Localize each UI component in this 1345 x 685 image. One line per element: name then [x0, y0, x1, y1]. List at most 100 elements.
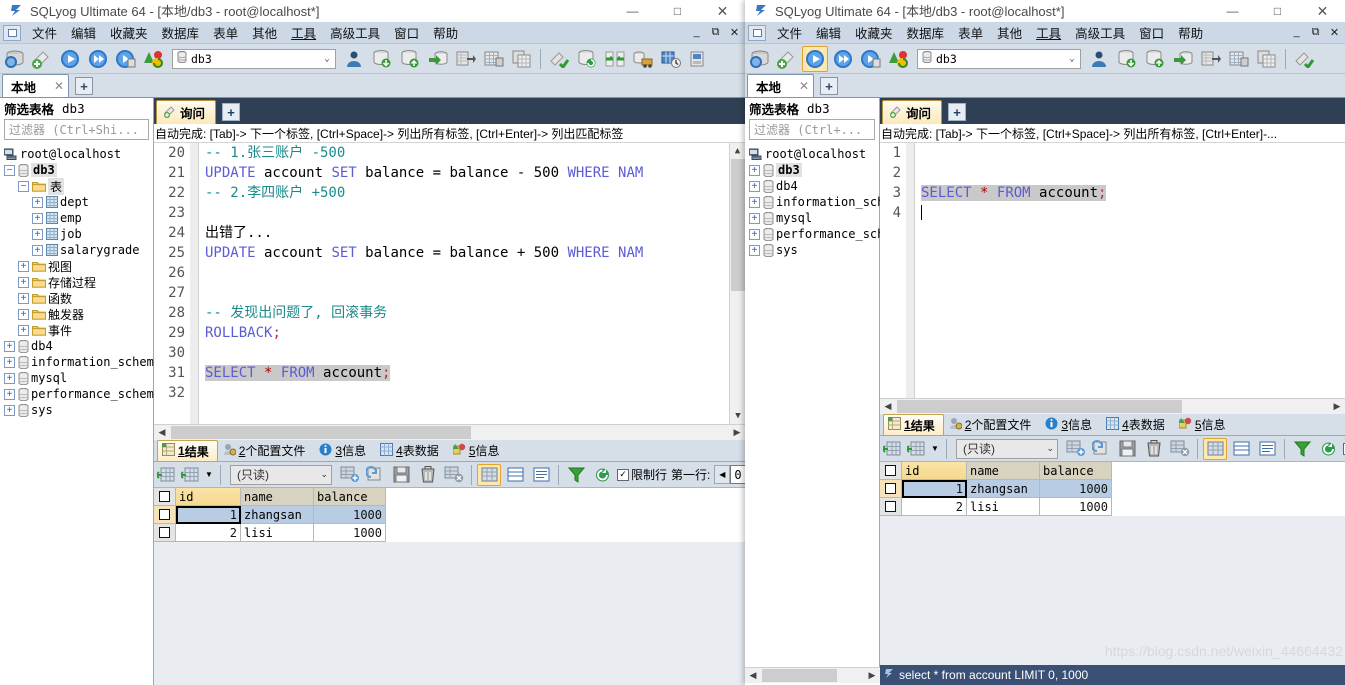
mdi-restore-button[interactable]: ⧉: [1307, 24, 1324, 40]
prev-page-button[interactable]: ◀: [714, 465, 731, 484]
refresh-data-icon[interactable]: [1090, 436, 1114, 461]
schema-sync-icon[interactable]: [886, 46, 912, 72]
chevron-down-icon[interactable]: ▼: [203, 464, 215, 486]
minimize-button[interactable]: —: [1210, 0, 1255, 22]
expand-toggle-icon[interactable]: +: [4, 404, 15, 416]
expand-toggle-icon[interactable]: +: [18, 308, 29, 320]
scroll-right-icon[interactable]: ▶: [1329, 401, 1345, 412]
menu-file[interactable]: 文件: [770, 21, 809, 44]
menu-other[interactable]: 其他: [245, 21, 284, 44]
refresh-db-icon[interactable]: [574, 46, 600, 72]
import-external-data-icon[interactable]: [1170, 46, 1196, 72]
grid-layout-icon[interactable]: [477, 463, 501, 486]
chevron-down-icon[interactable]: ⌄: [1046, 443, 1054, 454]
execute-query-icon[interactable]: [802, 45, 828, 72]
menu-form[interactable]: 表单: [951, 21, 990, 44]
select-all-checkbox[interactable]: [154, 488, 176, 506]
tree-node-sys[interactable]: + sys: [747, 242, 879, 258]
user-manager-icon[interactable]: [1086, 46, 1112, 72]
tree-node-[interactable]: − 表: [2, 177, 153, 195]
expand-toggle-icon[interactable]: +: [4, 372, 15, 384]
new-query-tab-icon[interactable]: [29, 46, 55, 72]
new-connection-icon[interactable]: [1, 46, 27, 72]
row-checkbox[interactable]: [880, 480, 902, 498]
schema-sync-icon[interactable]: [141, 46, 167, 72]
mdi-restore-button[interactable]: ⧉: [707, 24, 724, 40]
connection-tab-local[interactable]: 本地 ✕: [2, 74, 70, 97]
chevron-down-icon[interactable]: ⌄: [1064, 54, 1080, 64]
grid-column-header[interactable]: balance: [314, 488, 386, 506]
refresh-icon[interactable]: [1316, 436, 1340, 461]
right-editor-code[interactable]: SELECT * FROM account;: [915, 143, 1345, 398]
refresh-icon[interactable]: [590, 462, 614, 487]
result-tab-4[interactable]: 4 表数据: [375, 440, 448, 461]
restore-database-icon[interactable]: [1142, 46, 1168, 72]
tree-node-dept[interactable]: + dept: [2, 194, 153, 210]
user-manager-icon[interactable]: [341, 46, 367, 72]
expand-toggle-icon[interactable]: +: [749, 164, 760, 176]
filter-icon[interactable]: [1290, 436, 1314, 461]
result-tab-4[interactable]: 4 表数据: [1101, 414, 1174, 435]
grid-view-toggle-icon[interactable]: [155, 464, 177, 486]
code-line[interactable]: SELECT * FROM account;: [205, 363, 745, 383]
insert-row-icon[interactable]: [179, 464, 201, 486]
code-line[interactable]: [921, 163, 1345, 183]
export-data-icon[interactable]: [453, 46, 479, 72]
add-row-icon[interactable]: [338, 462, 362, 487]
result-tab-2[interactable]: 2 个配置文件: [944, 414, 1041, 435]
execute-to-file-icon[interactable]: [858, 46, 884, 72]
optimize-icon[interactable]: [1291, 46, 1317, 72]
add-query-tab-button[interactable]: +: [222, 103, 241, 121]
expand-toggle-icon[interactable]: +: [32, 212, 43, 224]
mdi-minimize-button[interactable]: _: [1288, 24, 1305, 40]
add-query-tab-button[interactable]: +: [948, 103, 967, 121]
collapse-toggle-icon[interactable]: −: [4, 164, 15, 176]
code-line[interactable]: [205, 343, 745, 363]
expand-toggle-icon[interactable]: +: [18, 276, 29, 288]
chevron-down-icon[interactable]: ▼: [929, 438, 941, 460]
expand-toggle-icon[interactable]: +: [749, 244, 760, 256]
code-line[interactable]: -- 1.张三账户 -500: [205, 143, 745, 163]
execute-all-queries-icon[interactable]: [830, 46, 856, 72]
hscrollbar-thumb[interactable]: [171, 426, 471, 439]
delete-row-icon[interactable]: [1142, 436, 1166, 461]
code-line[interactable]: -- 发现出问题了, 回滚事务: [205, 303, 745, 323]
grid-cell-id[interactable]: 1: [902, 480, 967, 498]
database-selector[interactable]: db3 ⌄: [172, 48, 336, 69]
restore-database-icon[interactable]: [397, 46, 423, 72]
grid-column-header[interactable]: name: [241, 488, 314, 506]
tree-node-db4[interactable]: + db4: [2, 338, 153, 354]
code-line[interactable]: [205, 283, 745, 303]
refresh-data-icon[interactable]: [364, 462, 388, 487]
menu-tools[interactable]: 工具: [1029, 21, 1068, 44]
menu-edit[interactable]: 编辑: [64, 21, 103, 44]
menu-favorites[interactable]: 收藏夹: [103, 21, 155, 44]
execute-to-file-icon[interactable]: [113, 46, 139, 72]
readonly-mode-selector[interactable]: (只读) ⌄: [230, 464, 332, 485]
add-connection-button[interactable]: +: [820, 77, 839, 95]
menu-help[interactable]: 帮助: [426, 21, 465, 44]
mdi-close-button[interactable]: ✕: [1326, 24, 1343, 40]
row-checkbox[interactable]: [880, 498, 902, 516]
select-all-checkbox[interactable]: [880, 462, 902, 480]
result-tab-3[interactable]: 3 信息: [1040, 414, 1101, 435]
menu-window[interactable]: 窗口: [1132, 21, 1171, 44]
tree-node-emp[interactable]: + emp: [2, 210, 153, 226]
grid-cell-balance[interactable]: 1000: [1040, 498, 1112, 516]
expand-toggle-icon[interactable]: +: [18, 260, 29, 272]
expand-toggle-icon[interactable]: +: [4, 340, 15, 352]
add-connection-button[interactable]: +: [75, 77, 94, 95]
hscrollbar-thumb[interactable]: [762, 669, 837, 682]
tree-node-mysql[interactable]: + mysql: [747, 210, 879, 226]
grid-cell-name[interactable]: zhangsan: [241, 506, 314, 524]
scroll-down-icon[interactable]: ▼: [730, 408, 745, 424]
tree-node-information_sch[interactable]: + information_sch: [747, 194, 884, 210]
left-editor-horizontal-scrollbar[interactable]: ◀ ▶: [154, 424, 745, 440]
scroll-left-icon[interactable]: ◀: [745, 670, 761, 681]
table-row[interactable]: 1 zhangsan 1000: [880, 480, 1345, 498]
limit-rows-checkbox-wrap[interactable]: ✓ 限制行: [617, 466, 667, 483]
right-sql-editor[interactable]: 1 2 3 4 SELECT * FROM account;: [880, 143, 1345, 398]
save-changes-icon[interactable]: [390, 462, 414, 487]
menu-tools[interactable]: 工具: [284, 21, 323, 44]
scroll-left-icon[interactable]: ◀: [880, 401, 896, 412]
